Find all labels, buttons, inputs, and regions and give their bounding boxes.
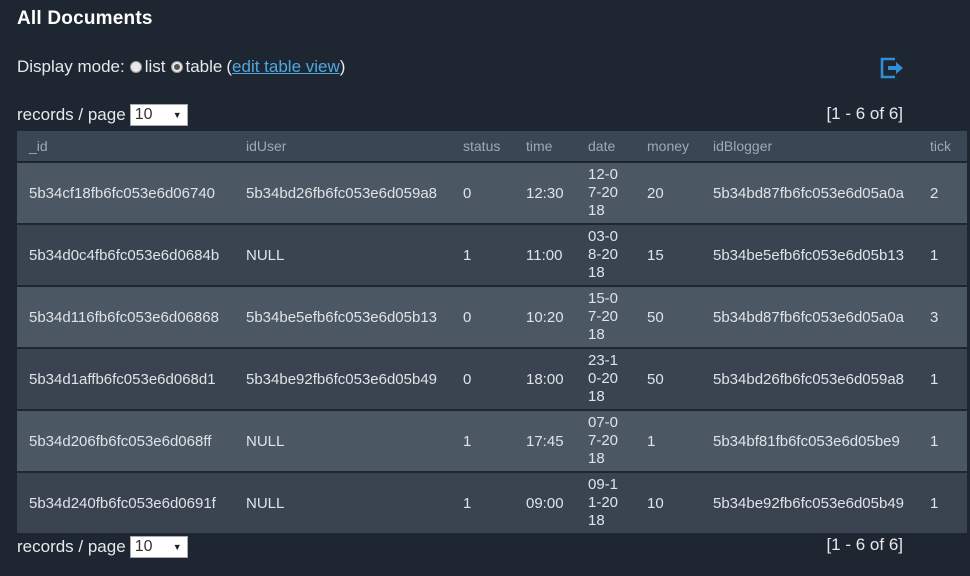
cell-date-wrap: 12-07-2018 [576,161,635,224]
documents-table: _id idUser status time date money idBlog… [17,131,967,533]
cell-money: 15 [635,223,701,286]
display-mode: Display mode: list table (edit table vie… [17,57,345,77]
page-title: All Documents [17,8,153,29]
cell-date: 07-07-2018 [588,414,619,467]
chevron-down-icon: ▼ [172,110,182,120]
records-per-page-value: 10 [134,106,153,123]
records-per-page-select[interactable]: 10 ▼ [129,104,188,126]
cell-iduser: 5b34be92fb6fc053e6d05b49 [234,347,451,410]
cell-status: 0 [451,161,514,224]
cell-id: 5b34cf18fb6fc053e6d06740 [17,161,234,224]
radio-table-label[interactable]: table [186,57,223,77]
cell-idblogger: 5b34be5efb6fc053e6d05b13 [701,223,918,286]
cell-time: 09:00 [514,471,576,533]
cell-date: 12-07-2018 [588,166,619,219]
cell-id: 5b34d0c4fb6fc053e6d0684b [17,223,234,286]
table-row[interactable]: 5b34d240fb6fc053e6d0691f NULL 1 09:00 09… [17,471,967,533]
records-per-page-select[interactable]: 10 ▼ [129,536,188,558]
cell-iduser: 5b34be5efb6fc053e6d05b13 [234,285,451,348]
table-body: 5b34cf18fb6fc053e6d06740 5b34bd26fb6fc05… [17,161,967,533]
column-header-iduser[interactable]: idUser [234,131,451,162]
column-header-idblogger[interactable]: idBlogger [701,131,918,162]
export-icon[interactable] [878,55,904,81]
records-per-page-label: records / page [17,105,126,124]
cell-time: 17:45 [514,409,576,472]
cell-date: 15-07-2018 [588,290,619,343]
cell-tick: 3 [918,285,967,348]
chevron-down-icon: ▼ [172,542,182,552]
display-mode-label: Display mode: [17,57,125,76]
cell-idblogger: 5b34bd87fb6fc053e6d05a0a [701,285,918,348]
radio-list-label[interactable]: list [145,57,166,77]
cell-iduser: NULL [234,409,451,472]
table-header-row: _id idUser status time date money idBlog… [17,131,967,162]
column-header-time[interactable]: time [514,131,576,162]
cell-date-wrap: 03-08-2018 [576,223,635,286]
cell-id: 5b34d116fb6fc053e6d06868 [17,285,234,348]
cell-date-wrap: 09-11-2018 [576,471,635,533]
cell-money: 50 [635,347,701,410]
records-per-page-value: 10 [134,538,153,555]
cell-status: 0 [451,347,514,410]
cell-id: 5b34d240fb6fc053e6d0691f [17,471,234,533]
column-header-tick[interactable]: tick [918,131,967,162]
cell-tick: 1 [918,471,967,533]
table-row[interactable]: 5b34d116fb6fc053e6d06868 5b34be5efb6fc05… [17,285,967,348]
cell-status: 1 [451,471,514,533]
cell-iduser: NULL [234,223,451,286]
cell-date: 03-08-2018 [588,228,619,281]
table-row[interactable]: 5b34d1affb6fc053e6d068d1 5b34be92fb6fc05… [17,347,967,410]
pager-top: records / page 10 ▼ [17,104,188,126]
column-header-id[interactable]: _id [17,131,234,162]
cell-date-wrap: 07-07-2018 [576,409,635,472]
records-per-page-label: records / page [17,537,126,556]
column-header-money[interactable]: money [635,131,701,162]
cell-idblogger: 5b34be92fb6fc053e6d05b49 [701,471,918,533]
radio-table[interactable] [170,61,183,73]
cell-money: 50 [635,285,701,348]
cell-status: 0 [451,285,514,348]
cell-idblogger: 5b34bf81fb6fc053e6d05be9 [701,409,918,472]
cell-id: 5b34d206fb6fc053e6d068ff [17,409,234,472]
table-row[interactable]: 5b34cf18fb6fc053e6d06740 5b34bd26fb6fc05… [17,161,967,224]
cell-iduser: 5b34bd26fb6fc053e6d059a8 [234,161,451,224]
cell-time: 11:00 [514,223,576,286]
cell-tick: 1 [918,347,967,410]
table-row[interactable]: 5b34d206fb6fc053e6d068ff NULL 1 17:45 07… [17,409,967,472]
cell-tick: 1 [918,409,967,472]
close-paren: ) [339,57,346,76]
cell-money: 20 [635,161,701,224]
edit-table-view-link[interactable]: edit table view [232,57,340,77]
record-range-bottom: [1 - 6 of 6] [826,535,903,554]
cell-tick: 2 [918,161,967,224]
cell-tick: 1 [918,223,967,286]
cell-date: 23-10-2018 [588,352,619,405]
column-header-date[interactable]: date [576,131,635,162]
cell-time: 12:30 [514,161,576,224]
cell-date: 09-11-2018 [588,476,619,529]
cell-idblogger: 5b34bd87fb6fc053e6d05a0a [701,161,918,224]
table-row[interactable]: 5b34d0c4fb6fc053e6d0684b NULL 1 11:00 03… [17,223,967,286]
column-header-status[interactable]: status [451,131,514,162]
cell-iduser: NULL [234,471,451,533]
cell-money: 1 [635,409,701,472]
cell-money: 10 [635,471,701,533]
radio-list[interactable] [129,61,142,73]
cell-time: 18:00 [514,347,576,410]
cell-time: 10:20 [514,285,576,348]
cell-id: 5b34d1affb6fc053e6d068d1 [17,347,234,410]
cell-idblogger: 5b34bd26fb6fc053e6d059a8 [701,347,918,410]
pager-bottom: records / page 10 ▼ [17,536,188,558]
cell-date-wrap: 15-07-2018 [576,285,635,348]
cell-status: 1 [451,223,514,286]
cell-date-wrap: 23-10-2018 [576,347,635,410]
cell-status: 1 [451,409,514,472]
record-range-top: [1 - 6 of 6] [826,104,903,123]
